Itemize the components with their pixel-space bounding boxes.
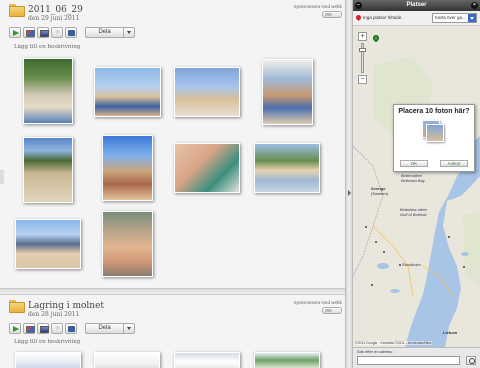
share-button[interactable]: Dela [85,322,135,334]
star-icon[interactable] [51,26,63,38]
album-divider [0,288,345,295]
map-label-lietuva: Lietuva [443,330,458,335]
city-dot [399,264,401,266]
photo[interactable] [23,137,73,203]
photo[interactable] [15,219,81,269]
minimize-icon[interactable]: − [355,2,362,9]
share-button[interactable]: Dela [85,26,135,38]
collapse-arrow-icon[interactable] [348,190,351,196]
popup-cancel-button[interactable]: Avbryt [440,160,468,167]
folder-icon [9,300,25,313]
city-dot [383,251,385,253]
save-icon[interactable] [65,26,77,38]
places-title: Platser [406,2,427,8]
photo[interactable] [94,352,160,368]
places-toolbar: Inga platser hittade. Karta över ga... [353,11,480,26]
zoom-out-button[interactable]: − [358,75,367,84]
chevron-down-icon[interactable] [123,27,134,37]
city-dot [448,236,450,238]
photo[interactable] [102,211,153,277]
map-label-stockholm: Stockholm [402,262,421,267]
photo[interactable] [254,143,320,193]
map-label-bothnian-bay: Bothnian Bay [401,178,425,183]
places-panel: − Platser × Inga platser hittade. Karta … [353,0,480,368]
image-icon[interactable] [23,322,35,334]
image-icon[interactable] [37,322,49,334]
photo[interactable] [174,143,240,193]
photo[interactable] [94,67,161,117]
add-description[interactable]: Lägg till en beskrivning [14,44,80,50]
photo[interactable] [23,58,73,124]
album-title[interactable]: 2011_06_29 [28,5,83,15]
image-icon[interactable] [37,26,49,38]
address-search-input[interactable] [357,356,460,365]
share-label: Dela [98,28,111,35]
album-lagring-i-molnet: Lagring i molnet den 28 juni 2011 Synkro… [0,296,345,368]
place-photos-popup: Placera 10 foton här? OK Avbryt [393,104,475,172]
album-list: 2011_06_29 den 29 juni 2011 Synkronisera… [0,0,345,368]
popup-title: Placera 10 foton här? [398,108,470,115]
share-label: Dela [98,324,111,331]
album-date: den 28 juni 2011 [28,311,80,318]
search-icon[interactable] [466,356,476,365]
album-date: den 29 juni 2011 [28,15,80,22]
map-type-value: Karta över ga... [435,15,466,20]
map-type-select[interactable]: Karta över ga... [432,13,477,23]
play-button[interactable] [9,26,21,38]
map-copyright[interactable]: ©2011 Google - Kartdata ©2011 - Användar… [355,341,432,345]
places-titlebar: − Platser × [353,0,480,11]
zoom-slider[interactable] [359,43,366,73]
resize-handle[interactable] [0,170,4,184]
zoom-control: + − [358,32,368,84]
photo[interactable] [102,135,153,201]
album-header: Lagring i molnet den 28 juni 2011 Synkro… [0,296,345,336]
folder-icon [9,4,25,17]
save-icon[interactable] [65,322,77,334]
photo[interactable] [174,67,240,117]
map[interactable]: + − Placera 10 foton här? OK Avbryt Sver… [353,26,480,347]
popup-ok-button[interactable]: OK [400,160,428,167]
sync-toggle[interactable] [322,11,342,18]
city-dot [365,226,367,228]
address-search-area: Sök efter en adress: [353,347,480,368]
zoom-in-button[interactable]: + [358,32,367,41]
image-icon[interactable] [23,26,35,38]
album-header: 2011_06_29 den 29 juni 2011 Synkronisera… [0,0,345,40]
photo[interactable] [254,352,320,368]
map-label-gulf-of-bothnia: Gulf of Bothnia [400,212,427,217]
chevron-down-icon[interactable] [123,323,134,333]
album-toolbar: Dela [9,322,135,334]
album-title[interactable]: Lagring i molnet [28,301,104,311]
album-toolbar: Dela [9,26,135,38]
panel-splitter[interactable] [345,0,353,368]
play-button[interactable] [9,322,21,334]
sync-label: Synkronisera med webb [293,300,342,305]
sync-toggle[interactable] [322,307,342,314]
no-places-text: Inga platser hittade. [363,15,403,20]
city-dot [463,266,465,268]
photo[interactable] [15,352,81,368]
popup-thumbnail [422,120,446,144]
close-icon[interactable]: × [471,2,478,9]
city-dot [371,284,373,286]
star-icon[interactable] [51,322,63,334]
pin-icon [354,13,363,22]
photo[interactable] [174,352,240,368]
album-2011-06-29: 2011_06_29 den 29 juni 2011 Synkronisera… [0,0,345,277]
add-description[interactable]: Lägg till en beskrivning [14,339,80,345]
chevron-down-icon[interactable] [468,14,476,22]
sync-label: Synkronisera med webb [293,4,342,9]
zoom-slider-thumb[interactable] [359,48,366,52]
address-search-label: Sök efter en adress: [357,349,393,354]
map-label-sweden: (Sweden) [371,191,389,196]
city-dot [375,241,377,243]
photo[interactable] [262,59,313,125]
